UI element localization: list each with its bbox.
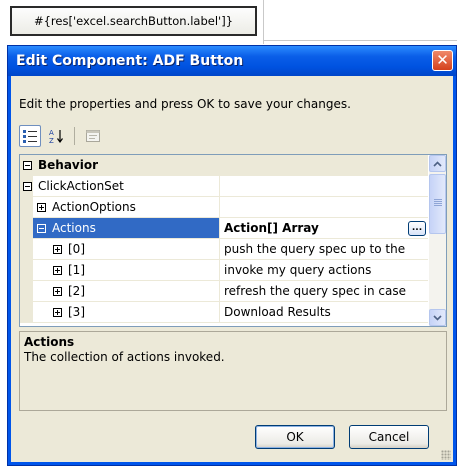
- property-row[interactable]: [2] refresh the query spec in case: [20, 281, 428, 302]
- property-name: [1]: [68, 263, 85, 277]
- property-value[interactable]: push the query spec up to the: [219, 239, 428, 260]
- instructions-text: Edit the properties and press OK to save…: [19, 97, 351, 111]
- category-row-behavior[interactable]: Behavior: [20, 155, 428, 176]
- property-name: Actions: [52, 221, 96, 235]
- alphabetical-sort-button[interactable]: A Z: [45, 125, 67, 147]
- dialog-title: Edit Component: ADF Button: [16, 53, 244, 69]
- ellipsis-button[interactable]: ...: [408, 220, 426, 236]
- categorized-view-button[interactable]: [19, 125, 41, 147]
- ok-button[interactable]: OK: [255, 425, 335, 449]
- search-button[interactable]: #{res['excel.searchButton.label']}: [10, 6, 257, 36]
- cell-gridline: [263, 40, 457, 41]
- expand-icon[interactable]: [53, 286, 62, 296]
- collapse-icon[interactable]: [23, 160, 32, 170]
- property-row-actions[interactable]: Actions Action[] Array ...: [20, 218, 428, 239]
- property-row[interactable]: [0] push the query spec up to the: [20, 239, 428, 260]
- svg-text:Z: Z: [49, 137, 54, 144]
- vertical-scrollbar[interactable]: [429, 155, 446, 326]
- property-value[interactable]: [219, 176, 428, 197]
- edit-component-dialog: Edit Component: ADF Button ✕ Edit the pr…: [7, 45, 457, 466]
- expand-icon[interactable]: [53, 265, 62, 275]
- svg-text:A: A: [49, 129, 54, 137]
- property-pages-button[interactable]: [82, 125, 104, 147]
- property-value: Action[] Array: [224, 221, 319, 235]
- cell-gridline: [263, 0, 264, 44]
- close-icon: ✕: [436, 51, 449, 69]
- scroll-up-button[interactable]: [429, 155, 446, 172]
- property-name: ActionOptions: [52, 200, 136, 214]
- property-value[interactable]: invoke my query actions: [219, 260, 428, 281]
- cancel-button[interactable]: Cancel: [349, 425, 429, 449]
- expand-icon[interactable]: [37, 202, 46, 212]
- toolbar-separator: [74, 127, 75, 145]
- property-row[interactable]: [3] Download Results: [20, 302, 428, 323]
- property-name: [0]: [68, 242, 85, 256]
- description-title: Actions: [24, 335, 75, 349]
- dialog-body: Edit the properties and press OK to save…: [11, 76, 453, 462]
- collapse-icon[interactable]: [23, 181, 32, 191]
- property-value[interactable]: [219, 197, 428, 218]
- property-name: [2]: [68, 284, 85, 298]
- property-row[interactable]: ClickActionSet: [20, 176, 428, 197]
- close-button[interactable]: ✕: [432, 50, 453, 71]
- property-value[interactable]: refresh the query spec in case: [219, 281, 428, 302]
- expand-icon[interactable]: [53, 307, 62, 317]
- property-row[interactable]: [1] invoke my query actions: [20, 260, 428, 281]
- property-name: [3]: [68, 305, 85, 319]
- chevron-up-icon: [433, 160, 442, 167]
- description-pane: Actions The collection of actions invoke…: [19, 331, 447, 411]
- grid-toolbar: A Z: [19, 124, 104, 148]
- category-label: Behavior: [38, 158, 99, 172]
- chevron-down-icon: [433, 314, 442, 321]
- property-row[interactable]: ActionOptions: [20, 197, 428, 218]
- sort-az-icon: A Z: [49, 129, 63, 144]
- resize-grip[interactable]: [441, 450, 451, 460]
- property-name: ClickActionSet: [38, 179, 124, 193]
- property-value-actions[interactable]: Action[] Array ...: [219, 218, 428, 239]
- description-text: The collection of actions invoked.: [24, 350, 225, 364]
- categorized-view-icon: [23, 130, 37, 143]
- collapse-icon[interactable]: [37, 223, 46, 233]
- property-grid[interactable]: Behavior ClickActionSet ActionOptions Ac…: [19, 154, 447, 327]
- dialog-titlebar[interactable]: Edit Component: ADF Button ✕: [8, 46, 456, 76]
- scroll-down-button[interactable]: [429, 309, 446, 326]
- property-pages-icon: [86, 130, 100, 142]
- scroll-thumb[interactable]: [429, 174, 446, 234]
- expand-icon[interactable]: [53, 244, 62, 254]
- property-value[interactable]: Download Results: [219, 302, 428, 323]
